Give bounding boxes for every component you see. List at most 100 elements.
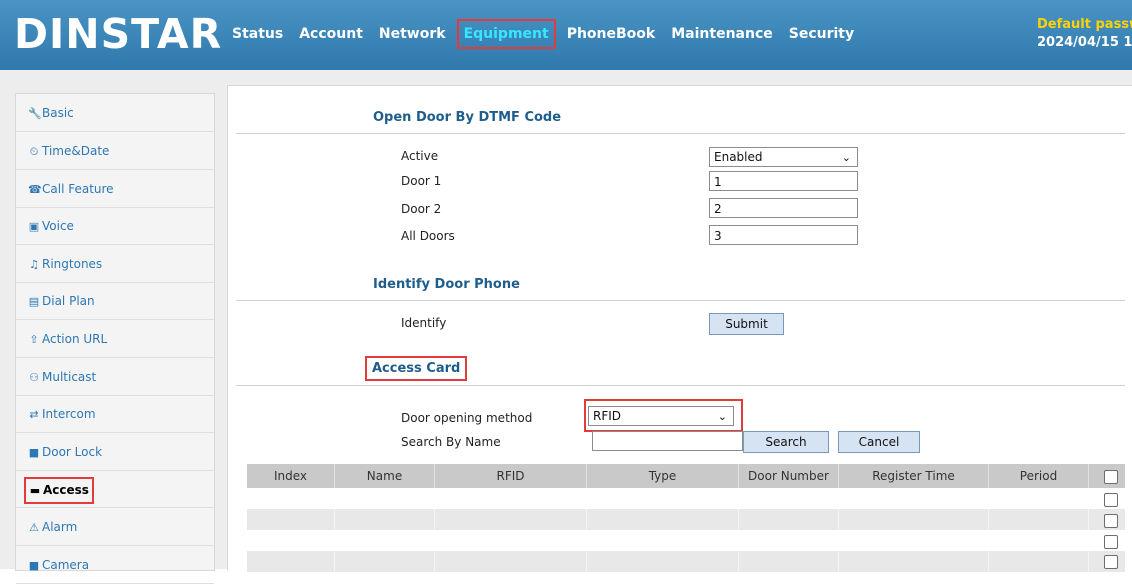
sidebar-item-action-url[interactable]: ⇧ Action URL [16,320,214,358]
sidebar-item-label: Dial Plan [42,294,95,308]
phone-icon: ☎ [28,183,42,196]
sidebar-item-label: Alarm [42,520,78,534]
sidebar-item-label: Camera [42,558,90,572]
list-icon: ▤ [28,295,40,308]
main-nav: Status Account Network Equipment PhoneBo… [224,18,862,50]
row-checkbox[interactable] [1104,555,1118,569]
row-checkbox[interactable] [1104,514,1118,528]
col-door-number: Door Number [739,464,839,488]
dinstar-logo: DINSTAR [14,10,223,58]
warning-icon: ⚠ [29,521,39,534]
cell [335,509,435,530]
swap-icon: ⇄ [29,408,39,421]
lock-icon: ■ [28,446,40,459]
sidebar-item-label: Basic [42,106,74,120]
dtmf-section-title: Open Door By DTMF Code [373,110,562,125]
method-select-value: RFID [593,409,622,423]
nav-phonebook[interactable]: PhoneBook [559,19,664,49]
door1-label: Door 1 [401,174,442,188]
sidebar-item-multicast[interactable]: ⚇ Multicast [16,358,214,396]
search-name-input[interactable] [592,431,743,451]
nav-security[interactable]: Security [781,19,862,49]
table-row [247,530,1125,551]
main-panel: Open Door By DTMF Code Active Enabled ⌄ … [227,85,1132,572]
row-checkbox[interactable] [1104,535,1118,549]
sidebar-item-label: Door Lock [42,445,103,459]
sidebar-item-camera[interactable]: ■ Camera [16,546,214,584]
sidebar-item-alarm[interactable]: ⚠ Alarm [16,508,214,546]
divider [236,133,1125,134]
wrench-icon: 🔧 [28,107,42,120]
col-name: Name [335,464,435,488]
search-by-name-label: Search By Name [401,435,501,449]
search-button[interactable]: Search [743,431,829,453]
col-rfid: RFID [435,464,587,488]
cell [587,509,739,530]
sidebar-item-access[interactable]: ▬ Access [16,470,214,508]
cell [739,509,839,530]
sidebar-item-call-feature[interactable]: ☎Call Feature [16,170,214,208]
row-checkbox[interactable] [1104,493,1118,507]
sidebar-item-label: Access [43,483,89,497]
cell [435,509,587,530]
submit-button[interactable]: Submit [709,313,784,335]
col-register-time: Register Time [839,464,989,488]
col-period: Period [989,464,1089,488]
sidebar-item-time-date[interactable]: ⏲ Time&Date [16,132,214,170]
sidebar-item-label: Time&Date [42,144,110,158]
sidebar-item-basic[interactable]: 🔧Basic [16,94,214,132]
nav-status[interactable]: Status [224,19,291,49]
sidebar-item-voice[interactable]: ▣ Voice [16,207,214,245]
nav-equipment[interactable]: Equipment [456,19,556,49]
sidebar-item-label: Voice [42,219,74,233]
camera-icon: ■ [28,559,40,572]
door2-input[interactable]: 2 [709,198,858,218]
upload-icon: ⇧ [29,333,39,346]
col-index: Index [247,464,335,488]
header-status: Default password 2024/04/15 1 [1037,16,1132,52]
cancel-button[interactable]: Cancel [838,431,920,453]
nav-account[interactable]: Account [291,19,371,49]
access-card-section-title: Access Card [365,356,468,381]
table-header: Index Name RFID Type Door Number Registe… [247,464,1125,488]
active-select-value: Enabled [714,150,763,164]
sidebar-item-label: Multicast [42,370,97,384]
sidebar-item-dial-plan[interactable]: ▤ Dial Plan [16,282,214,320]
group-icon: ⚇ [29,371,39,384]
chevron-down-icon: ⌄ [717,410,727,423]
door1-input[interactable]: 1 [709,171,858,191]
door2-label: Door 2 [401,202,442,216]
active-label: Active [401,149,439,163]
bell-icon: ♫ [29,258,39,271]
nav-network[interactable]: Network [371,19,454,49]
table-row [247,509,1125,530]
active-select[interactable]: Enabled ⌄ [709,147,858,167]
door-opening-method-label: Door opening method [401,411,533,425]
select-all-checkbox[interactable] [1104,470,1118,484]
divider [236,385,1125,386]
sidebar-item-label: Intercom [42,407,96,421]
door-opening-method-select[interactable]: RFID ⌄ [588,406,734,426]
chevron-down-icon: ⌄ [841,151,851,164]
table-row [247,488,1125,509]
col-select [1089,464,1125,488]
identify-label: Identify [401,316,447,330]
clock-icon: ⏲ [29,145,39,158]
nav-maintenance[interactable]: Maintenance [663,19,781,49]
all-doors-label: All Doors [401,229,455,243]
divider [236,300,1125,301]
default-password-warning[interactable]: Default password [1037,16,1132,34]
all-doors-input[interactable]: 3 [709,225,858,245]
sidebar-item-label: Action URL [42,332,108,346]
cell [989,509,1089,530]
sidebar-item-label: Call Feature [42,182,114,196]
card-icon: ▬ [29,484,41,497]
sidebar-item-intercom[interactable]: ⇄ Intercom [16,395,214,433]
sidebar-item-door-lock[interactable]: ■ Door Lock [16,433,214,471]
cell [839,509,989,530]
cell [247,509,335,530]
sidebar-item-ringtones[interactable]: ♫ Ringtones [16,245,214,283]
voice-icon: ▣ [28,220,40,233]
identify-section-title: Identify Door Phone [373,277,520,292]
sidebar-item-label: Ringtones [42,257,103,271]
